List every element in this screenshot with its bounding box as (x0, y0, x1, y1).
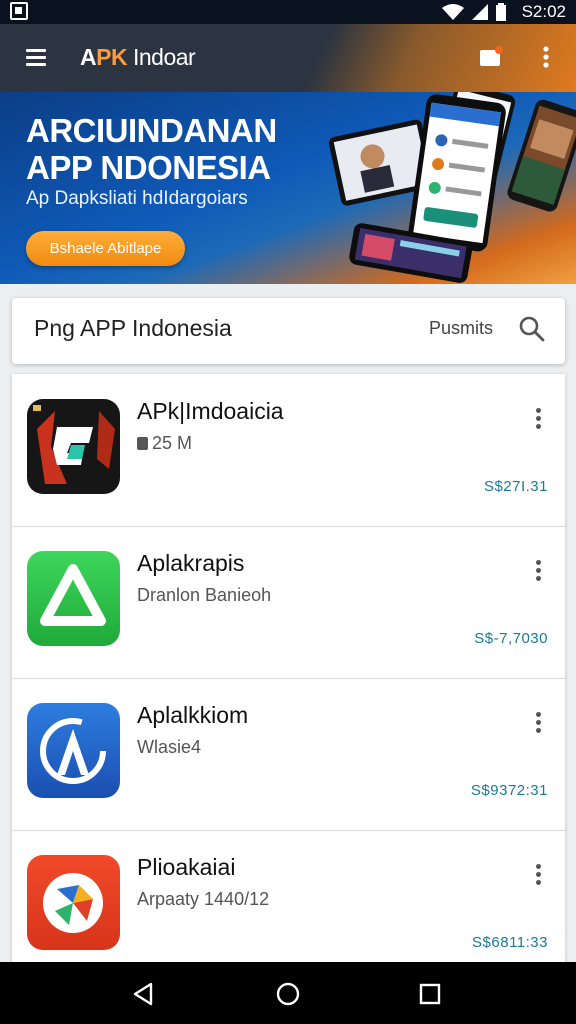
search-action-button[interactable]: Pusmits (429, 318, 493, 339)
recents-icon[interactable] (416, 980, 444, 1008)
banner-cta-button[interactable]: Bshaele Abitlape (26, 231, 185, 266)
home-icon[interactable] (274, 980, 302, 1008)
app-title-rest: Indoar (127, 44, 196, 70)
banner-title: ARCIUINDANAN APP NDONESIA (26, 112, 277, 186)
navigation-bar (0, 962, 576, 1024)
status-icons (442, 2, 506, 22)
search-input[interactable]: Png APP Indonesia (34, 315, 232, 342)
red-photo-app-icon (27, 855, 120, 950)
storage-icon (137, 437, 148, 450)
app-title-pk: PK (96, 44, 128, 70)
app-name: Aplakrapis (137, 550, 245, 576)
more-vert-icon[interactable] (534, 558, 544, 582)
app-subtitle: Wlasie4 (137, 737, 202, 757)
app-name: APk|Imdoaicia (137, 398, 284, 424)
wifi-icon (442, 4, 464, 20)
green-triangle-app-icon (27, 551, 120, 646)
app-price: S$-7,7030 (474, 630, 548, 647)
back-icon[interactable] (129, 980, 157, 1008)
app-bar: APK Indoar (0, 24, 576, 92)
more-vert-icon[interactable] (534, 406, 544, 430)
banner-subtitle: Ap Dapksliati hdIdargoiars (26, 188, 248, 209)
blue-a-app-icon (27, 703, 120, 798)
more-vert-icon[interactable] (534, 710, 544, 734)
search-bar[interactable]: Png APP Indonesia Pusmits (12, 298, 565, 364)
app-subtitle: Arpaaty 1440/12 (137, 889, 270, 909)
app-list: APk|Imdoaicia 25 M S$27I.31 Aplakrapis D… (12, 374, 565, 974)
app-price: S$6811:33 (472, 934, 548, 951)
search-icon[interactable] (518, 315, 546, 343)
notification-icon[interactable] (480, 46, 504, 66)
list-item[interactable]: Plioakaiai Arpaaty 1440/12 S$6811:33 (12, 830, 565, 982)
app-price: S$27I.31 (483, 478, 548, 495)
menu-icon[interactable] (26, 47, 46, 67)
app-subtitle: 25 M (137, 433, 192, 454)
status-bar: S2:02 (0, 0, 576, 24)
app-name: Plioakaiai (137, 854, 236, 880)
signal-icon (472, 4, 488, 20)
banner-title-line2: APP NDONESIA (26, 149, 271, 186)
phones-illustration-icon (328, 92, 576, 283)
app-subtitle-text: 25 M (152, 433, 193, 453)
app-subtitle: Dranlon Banieoh (137, 585, 272, 605)
apk-logo-icon (27, 399, 120, 494)
app-title: APK Indoar (80, 44, 196, 71)
clock: S2:02 (521, 2, 566, 21)
list-item[interactable]: APk|Imdoaicia 25 M S$27I.31 (12, 374, 565, 527)
list-item[interactable]: Aplakrapis Dranlon Banieoh S$-7,7030 (12, 526, 565, 679)
app-name: Aplalkkiom (137, 702, 249, 728)
more-vert-icon[interactable] (538, 44, 554, 70)
app-price: S$9372:31 (470, 782, 548, 799)
app-title-a: A (80, 44, 97, 70)
battery-icon (496, 3, 506, 21)
banner-title-line1: ARCIUINDANAN (26, 112, 277, 149)
photo-icon (10, 2, 28, 20)
list-item[interactable]: Aplalkkiom Wlasie4 S$9372:31 (12, 678, 565, 831)
more-vert-icon[interactable] (534, 862, 544, 886)
promo-banner[interactable]: ARCIUINDANAN APP NDONESIA Ap Dapksliati … (0, 92, 576, 284)
